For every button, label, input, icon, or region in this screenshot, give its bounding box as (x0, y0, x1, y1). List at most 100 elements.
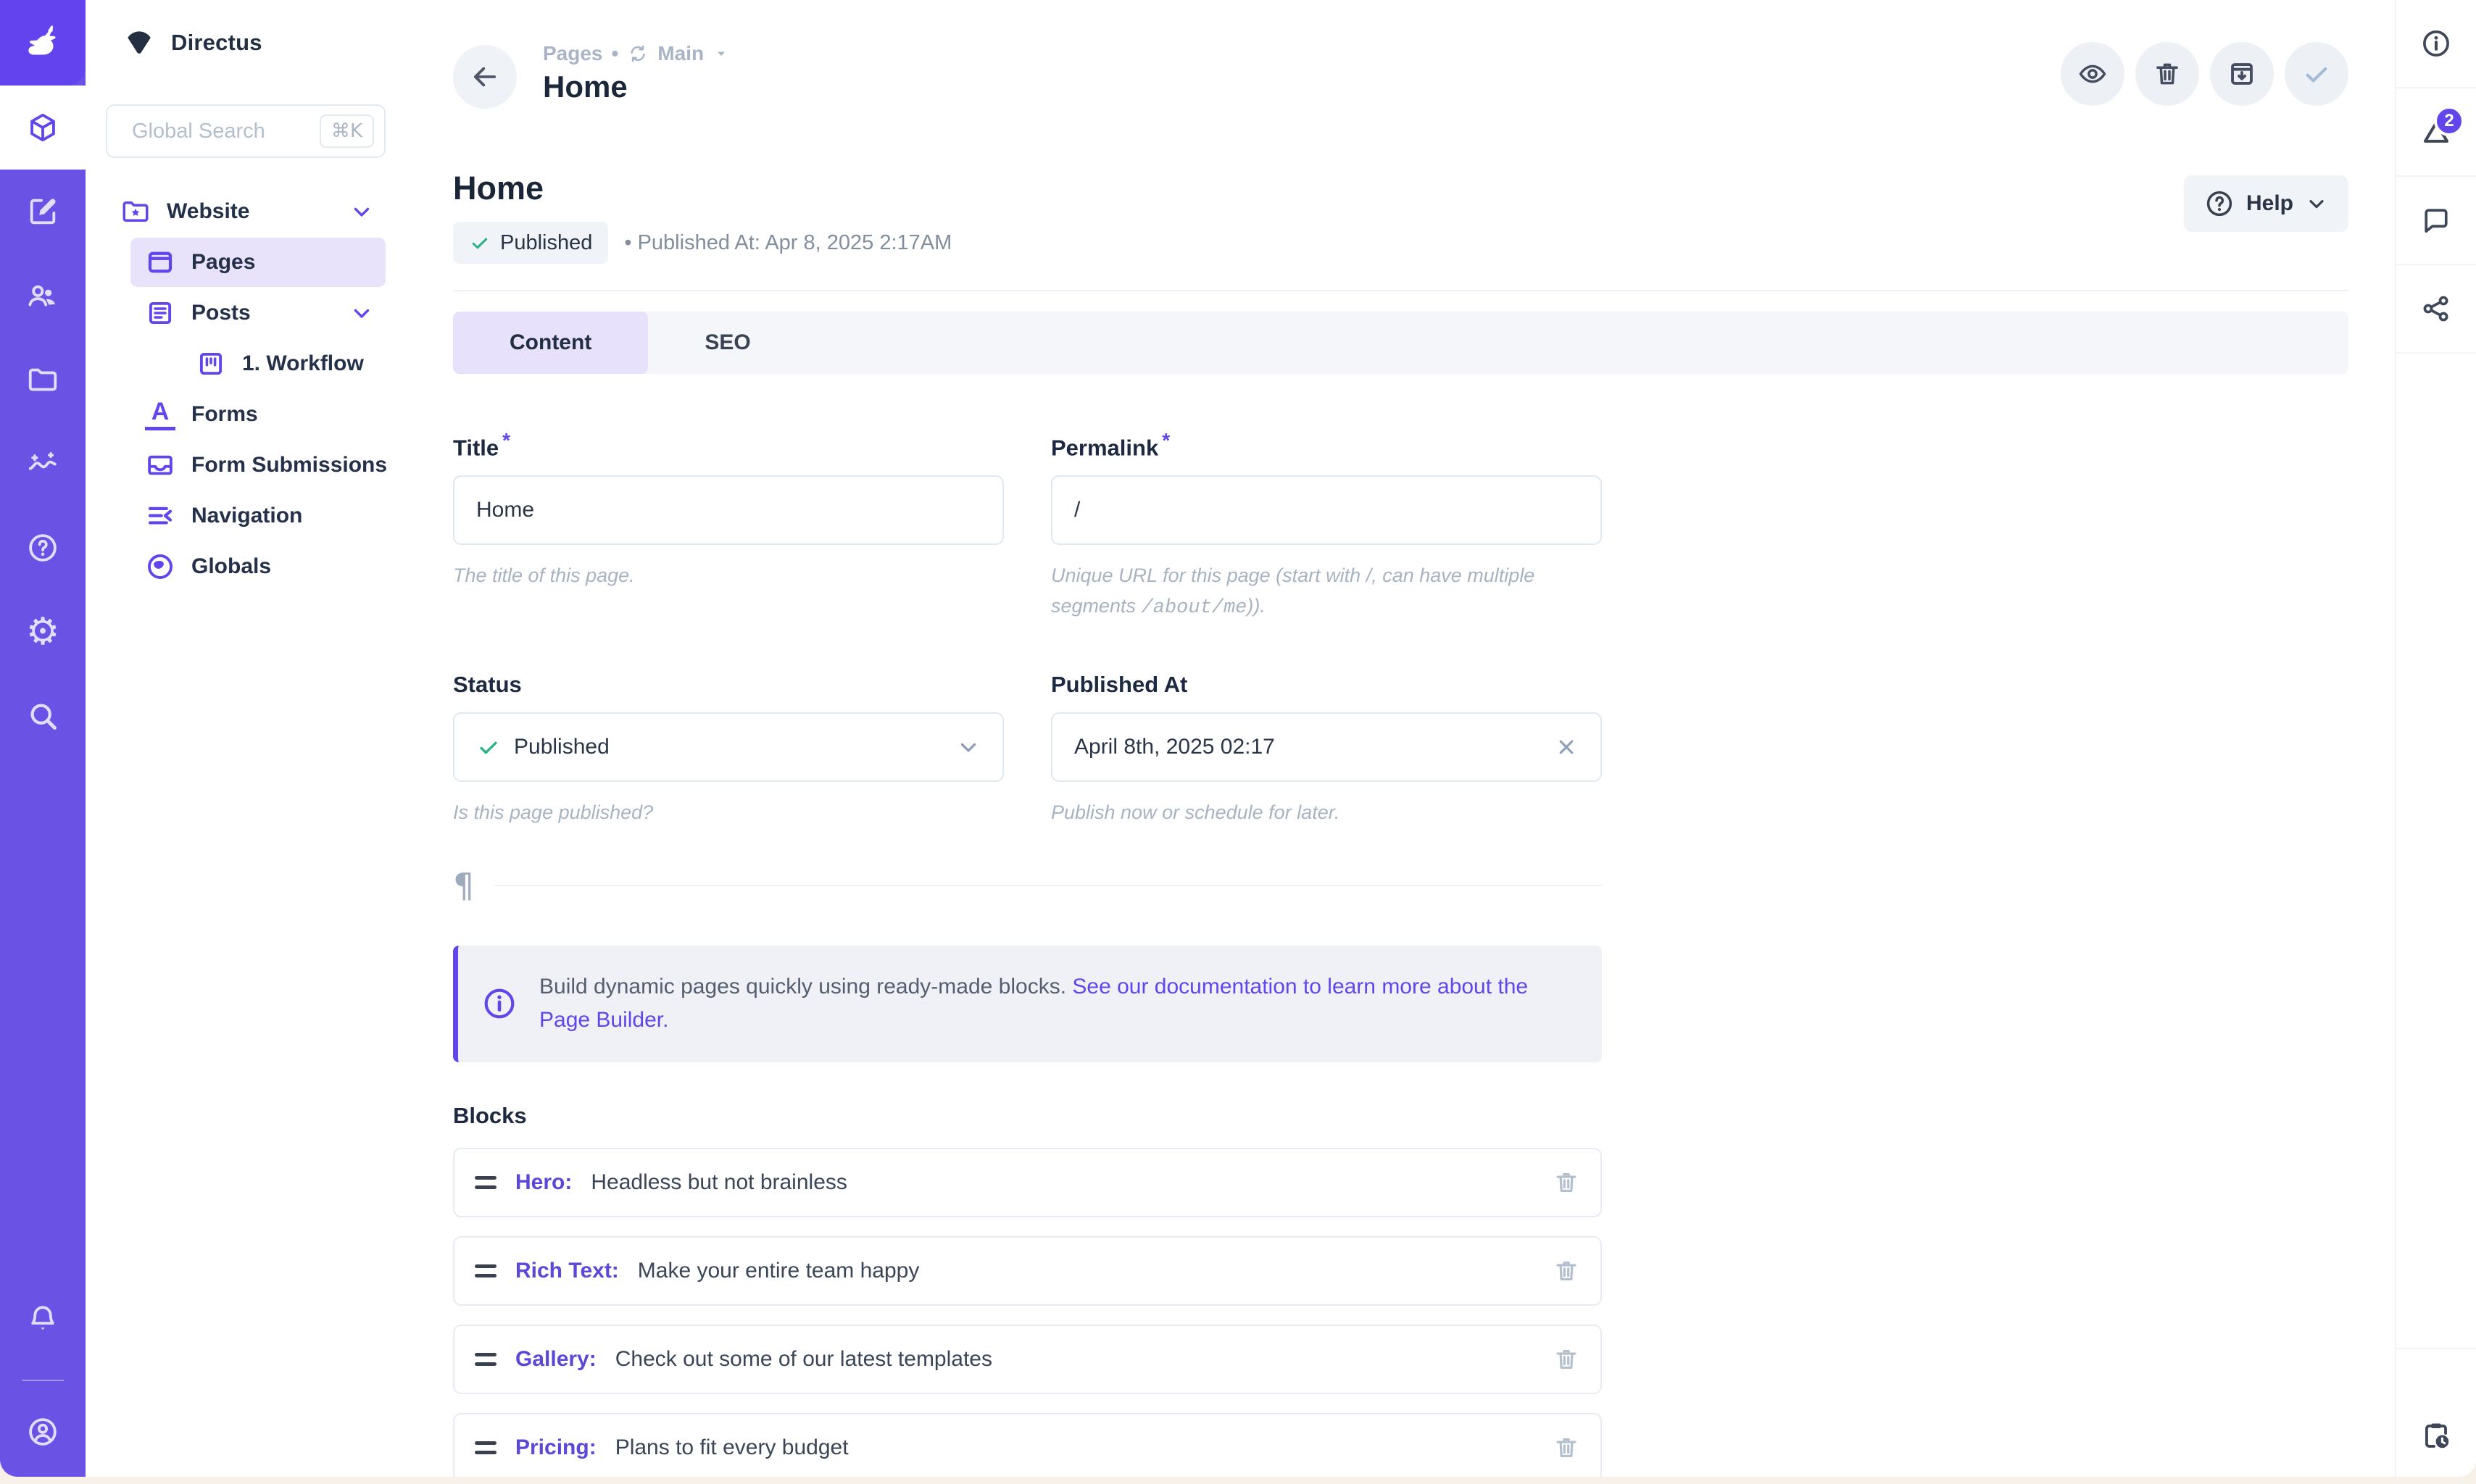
remove-block-button[interactable] (1553, 1257, 1580, 1285)
module-help[interactable] (0, 506, 86, 590)
published-at-input[interactable]: April 8th, 2025 02:17 (1051, 712, 1602, 782)
project-row[interactable]: Directus (86, 0, 406, 86)
comments-panel-button[interactable] (2396, 177, 2476, 265)
module-insights[interactable] (0, 422, 86, 506)
info-icon (481, 985, 518, 1022)
nav-item-navigation[interactable]: Navigation (130, 491, 386, 541)
module-editor[interactable] (0, 170, 86, 254)
module-search[interactable] (0, 674, 86, 758)
status-select-value: Published (514, 735, 943, 759)
article-icon (145, 298, 175, 328)
trash-icon (2152, 59, 2182, 89)
globe-icon (145, 551, 175, 582)
field-label: Published At (1051, 672, 1602, 698)
nav-item-form-submissions[interactable]: Form Submissions (130, 441, 386, 490)
permalink-input[interactable] (1074, 498, 1579, 522)
header-toolbar: Pages • Main Home (453, 0, 2348, 109)
notifications-panel-button[interactable]: 2 (2396, 88, 2476, 177)
help-button-label: Help (2246, 191, 2293, 216)
nav-item-globals[interactable]: Globals (130, 542, 386, 591)
drag-handle-icon[interactable] (475, 1176, 497, 1189)
clear-icon[interactable] (1554, 735, 1579, 759)
block-type: Pricing: (515, 1435, 597, 1460)
remove-block-button[interactable] (1553, 1434, 1580, 1462)
nav-label: Pages (191, 250, 374, 275)
module-content[interactable] (0, 86, 86, 170)
caret-down-icon (713, 45, 730, 62)
chevron-down-icon[interactable] (349, 301, 374, 325)
required-marker: * (1162, 429, 1170, 451)
nav-item-workflow[interactable]: 1. Workflow (181, 339, 386, 388)
save-button[interactable] (2285, 42, 2348, 106)
trash-icon (1553, 1434, 1580, 1462)
users-icon (26, 279, 59, 312)
block-row-gallery[interactable]: Gallery: Check out some of our latest te… (453, 1325, 1602, 1394)
module-users[interactable] (0, 254, 86, 338)
drag-handle-icon[interactable] (475, 1353, 497, 1366)
editor-divider: ¶ (453, 866, 1602, 905)
edit-icon (26, 195, 59, 228)
directus-logo[interactable] (0, 0, 86, 86)
notifications-button[interactable] (0, 1277, 86, 1361)
breadcrumb[interactable]: Pages • Main (543, 42, 2061, 65)
user-circle-icon (26, 1415, 59, 1448)
nav-section-website[interactable]: Website (106, 187, 386, 236)
browser-window-icon (145, 247, 175, 278)
tab-seo[interactable]: SEO (648, 312, 807, 374)
insights-icon (26, 447, 59, 480)
title-a-icon: A (145, 399, 175, 430)
help-button[interactable]: Help (2184, 175, 2348, 232)
kanban-icon (196, 349, 226, 379)
info-panel-button[interactable] (2396, 0, 2476, 88)
archive-button[interactable] (2210, 42, 2274, 106)
folder-icon (26, 363, 59, 396)
check-icon (2301, 59, 2332, 89)
breadcrumb-collection[interactable]: Pages (543, 42, 603, 65)
module-settings[interactable]: ⚙ (0, 590, 86, 674)
user-menu-button[interactable] (0, 1400, 86, 1464)
share-panel-button[interactable] (2396, 265, 2476, 354)
gear-icon: ⚙ (26, 613, 60, 651)
pilcrow-icon: ¶ (453, 866, 474, 905)
global-search[interactable]: ⌘K (106, 104, 386, 158)
drag-handle-icon[interactable] (475, 1441, 497, 1454)
remove-block-button[interactable] (1553, 1346, 1580, 1373)
comment-icon (2420, 204, 2452, 236)
delete-button[interactable] (2135, 42, 2199, 106)
preview-button[interactable] (2061, 42, 2124, 106)
search-input[interactable] (132, 120, 310, 143)
tab-label: SEO (705, 330, 750, 355)
title-block: Pages • Main Home (543, 42, 2061, 104)
block-row-hero[interactable]: Hero: Headless but not brainless (453, 1148, 1602, 1217)
published-at-meta: • Published At: Apr 8, 2025 2:17AM (624, 231, 952, 255)
nav-label: Website (167, 199, 333, 224)
nav-item-forms[interactable]: A Forms (130, 390, 386, 439)
module-files[interactable] (0, 338, 86, 422)
field-permalink: Permalink* Unique URL for this page (sta… (1051, 429, 1602, 624)
breadcrumb-version[interactable]: Main (657, 42, 704, 65)
navigation-sidebar: Directus ⌘K Website Pages Posts (86, 0, 406, 1477)
status-select[interactable]: Published (453, 712, 1004, 782)
info-banner: Build dynamic pages quickly using ready-… (453, 946, 1602, 1062)
question-circle-icon (2204, 188, 2235, 219)
remove-block-button[interactable] (1553, 1169, 1580, 1196)
nav-item-posts[interactable]: Posts (130, 288, 386, 338)
title-input[interactable] (476, 498, 981, 522)
arrow-left-icon (470, 62, 500, 92)
revisions-panel-button[interactable] (2396, 1348, 2476, 1477)
back-button[interactable] (453, 45, 517, 109)
tab-content[interactable]: Content (453, 312, 648, 374)
drag-handle-icon[interactable] (475, 1264, 497, 1277)
block-row-rich-text[interactable]: Rich Text: Make your entire team happy (453, 1236, 1602, 1306)
field-note: Publish now or schedule for later. (1051, 798, 1573, 828)
tab-label: Content (510, 330, 591, 355)
info-icon (2420, 28, 2452, 59)
chevron-down-icon[interactable] (349, 199, 374, 224)
nav-item-pages[interactable]: Pages (130, 238, 386, 287)
breadcrumb-separator: • (612, 42, 619, 65)
block-title: Plans to fit every budget (615, 1435, 1534, 1460)
block-row-pricing[interactable]: Pricing: Plans to fit every budget (453, 1413, 1602, 1477)
app-window: ⚙ Directus ⌘K (0, 0, 2476, 1477)
block-type: Hero: (515, 1170, 572, 1195)
status-badge-label: Published (500, 231, 592, 255)
